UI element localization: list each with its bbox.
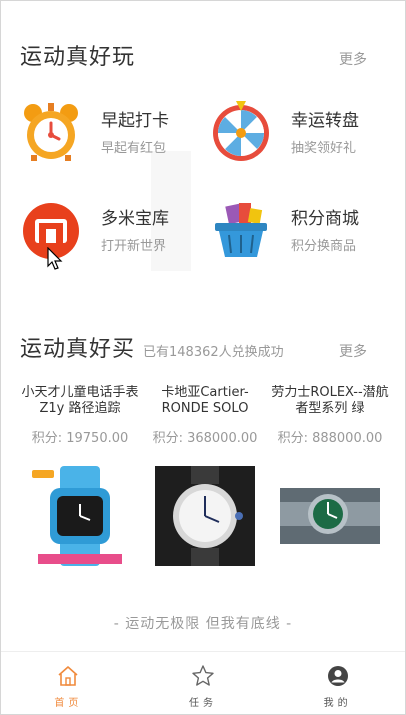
cartier-watch-image xyxy=(155,466,255,566)
fun-item-desc: 早起有红包 xyxy=(101,141,167,156)
tab-label: 任务 xyxy=(188,698,217,709)
section-buy-title: 运动真好买 xyxy=(20,337,136,362)
tab-tasks[interactable]: 任务 xyxy=(163,664,243,709)
footer-slogan: - 运动无极限 但我有底线 - xyxy=(113,616,293,632)
product-name: 小天才儿童电话手表 Z1y 路径追踪 xyxy=(21,385,139,416)
fun-item-points-mall[interactable]: 积分商城 积分换商品 xyxy=(209,189,389,269)
fun-item-name: 幸运转盘 xyxy=(291,111,359,131)
app-screen: 运动真好玩 更多 早起打卡 早起有红包 幸运转盘 抽奖领好礼 多米宝库 打开新世… xyxy=(0,0,406,715)
section-fun-header: 运动真好玩 更多 xyxy=(20,39,367,71)
fun-item-desc: 抽奖领好礼 xyxy=(291,141,357,156)
section-fun-title: 运动真好玩 xyxy=(20,45,136,70)
tab-home[interactable]: 首页 xyxy=(28,664,108,709)
tab-label: 我的 xyxy=(323,698,352,709)
section-buy-subtitle: 已有148362人兑换成功 xyxy=(143,345,284,360)
shopping-basket-icon xyxy=(209,197,273,261)
fun-item-name: 积分商城 xyxy=(291,209,359,229)
product-name: 卡地亚Cartier-RONDE SOLO xyxy=(161,385,249,416)
mouse-cursor-icon xyxy=(47,247,63,270)
section-buy-more-link[interactable]: 更多 xyxy=(339,341,367,361)
tab-mine[interactable]: 我的 xyxy=(298,664,378,709)
product-name: 劳力士ROLEX--潜航者型系列 绿 xyxy=(271,385,389,416)
fun-item-morning-checkin[interactable]: 早起打卡 早起有红包 xyxy=(19,91,199,171)
product-card[interactable]: 小天才儿童电话手表 Z1y 路径追踪 积分: 19750.00 xyxy=(19,385,141,566)
star-icon xyxy=(192,665,214,686)
fun-item-lucky-wheel[interactable]: 幸运转盘 抽奖领好礼 xyxy=(209,91,389,171)
tab-label: 首页 xyxy=(54,698,83,709)
fun-item-treasure[interactable]: 多米宝库 打开新世界 xyxy=(19,189,199,269)
user-icon xyxy=(327,666,348,686)
product-price: 积分: 888000.00 xyxy=(277,431,383,446)
product-card[interactable]: 劳力士ROLEX--潜航者型系列 绿 积分: 888000.00 xyxy=(269,385,391,566)
home-icon xyxy=(58,666,78,686)
fun-item-desc: 打开新世界 xyxy=(101,239,167,254)
fun-grid: 早起打卡 早起有红包 幸运转盘 抽奖领好礼 多米宝库 打开新世界 积分商城 积分… xyxy=(19,91,389,281)
fun-item-name: 多米宝库 xyxy=(101,209,169,229)
section-fun-more-link[interactable]: 更多 xyxy=(339,49,367,69)
product-price: 积分: 368000.00 xyxy=(152,431,258,446)
section-buy-header: 运动真好买 已有148362人兑换成功 更多 xyxy=(20,331,367,363)
fun-item-desc: 积分换商品 xyxy=(291,239,357,254)
lucky-wheel-icon xyxy=(209,99,273,163)
product-price: 积分: 19750.00 xyxy=(31,431,129,446)
rolex-watch-image xyxy=(280,466,380,566)
product-card[interactable]: 卡地亚Cartier-RONDE SOLO 积分: 368000.00 xyxy=(144,385,266,566)
bottom-tab-bar: 首页 任务 我的 xyxy=(1,651,405,715)
alarm-clock-icon xyxy=(19,99,83,163)
product-list: 小天才儿童电话手表 Z1y 路径追踪 积分: 19750.00 卡地亚Carti… xyxy=(19,385,391,566)
fun-item-name: 早起打卡 xyxy=(101,111,169,131)
kids-smartwatch-image xyxy=(30,466,130,566)
